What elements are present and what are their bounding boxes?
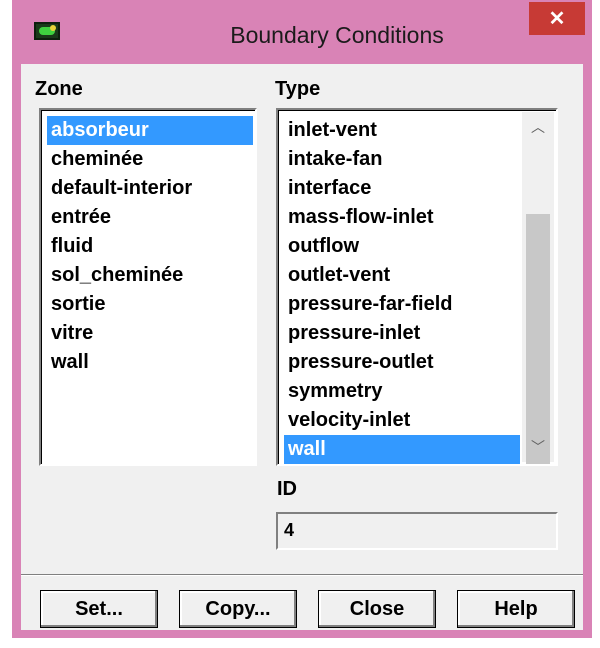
zone-list-item[interactable]: wall: [47, 348, 253, 377]
type-list-item[interactable]: pressure-inlet: [284, 319, 520, 348]
zone-list-item[interactable]: default-interior: [47, 174, 253, 203]
title-bar[interactable]: Boundary Conditions ✕: [12, 0, 592, 64]
type-list-item[interactable]: pressure-far-field: [284, 290, 520, 319]
type-label: Type: [275, 78, 321, 100]
help-button[interactable]: Help: [457, 590, 575, 628]
scroll-down-arrow-icon[interactable]: ﹀: [522, 432, 554, 462]
window-title: Boundary Conditions: [230, 22, 444, 48]
type-list-item[interactable]: pressure-outlet: [284, 348, 520, 377]
zone-list-item[interactable]: absorbeur: [47, 116, 253, 145]
scroll-up-arrow-icon[interactable]: ︿: [522, 112, 554, 142]
zone-list-item[interactable]: sol_cheminée: [47, 261, 253, 290]
type-list-item[interactable]: velocity-inlet: [284, 406, 520, 435]
button-separator: [21, 574, 583, 576]
type-list-item[interactable]: inlet-vent: [284, 116, 520, 145]
boundary-conditions-window: Boundary Conditions ✕ Zone absorbeur chem…: [12, 0, 592, 638]
dialog-body: Zone absorbeur cheminée default-interior en…: [21, 64, 583, 630]
zone-list-item[interactable]: sortie: [47, 290, 253, 319]
type-list-item[interactable]: mass-flow-inlet: [284, 203, 520, 232]
zone-list: absorbeur cheminée default-interior entrée f…: [47, 116, 253, 377]
id-field[interactable]: 4: [276, 512, 558, 550]
type-list-item[interactable]: symmetry: [284, 377, 520, 406]
id-label: ID: [277, 478, 297, 500]
zone-listbox[interactable]: absorbeur cheminée default-interior entrée f…: [39, 108, 257, 466]
scroll-thumb[interactable]: [526, 214, 550, 464]
type-list-item[interactable]: interface: [284, 174, 520, 203]
zone-list-item[interactable]: fluid: [47, 232, 253, 261]
zone-list-item[interactable]: vitre: [47, 319, 253, 348]
type-list-item[interactable]: wall: [284, 435, 520, 464]
set-button[interactable]: Set...: [40, 590, 158, 628]
close-button[interactable]: Close: [318, 590, 436, 628]
type-listbox[interactable]: inlet-vent intake-fan interface mass-flow-i…: [276, 108, 558, 466]
type-list-item[interactable]: outflow: [284, 232, 520, 261]
type-list: inlet-vent intake-fan interface mass-flow-i…: [284, 116, 520, 464]
zone-label: Zone: [35, 78, 83, 100]
close-window-button[interactable]: ✕: [529, 2, 585, 35]
copy-button[interactable]: Copy...: [179, 590, 297, 628]
type-list-item[interactable]: intake-fan: [284, 145, 520, 174]
zone-list-item[interactable]: entrée: [47, 203, 253, 232]
type-list-item[interactable]: outlet-vent: [284, 261, 520, 290]
zone-list-item[interactable]: cheminée: [47, 145, 253, 174]
fluent-app-icon[interactable]: [34, 22, 60, 40]
type-scrollbar[interactable]: ︿ ﹀: [522, 112, 554, 464]
